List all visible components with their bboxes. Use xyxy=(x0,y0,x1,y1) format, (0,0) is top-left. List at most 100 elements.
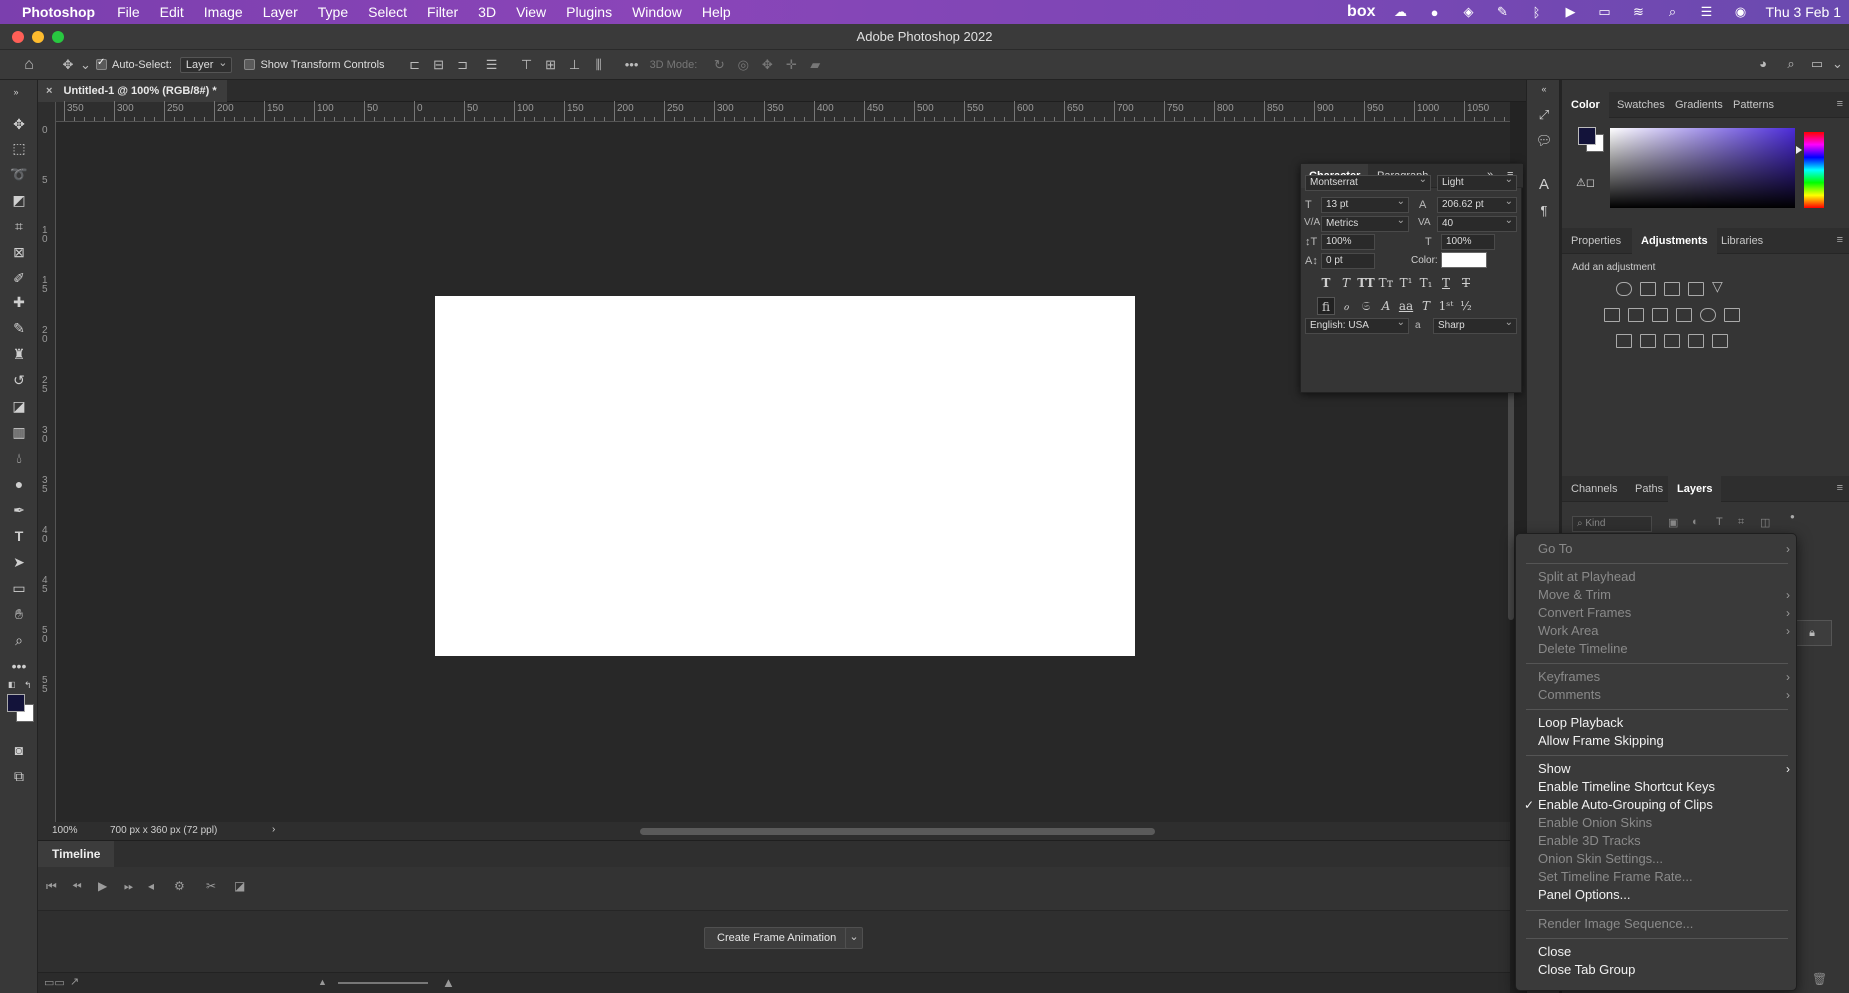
render-video-icon[interactable]: ↗ xyxy=(70,975,79,988)
path-selection-tool-icon[interactable]: ➤ xyxy=(9,552,29,572)
frame-tool-icon[interactable]: ⊠ xyxy=(9,242,29,262)
menu-item-delete-timeline[interactable]: Delete Timeline xyxy=(1538,640,1628,658)
filter-shape-icon[interactable]: ⌗ xyxy=(1738,516,1744,529)
gradient-map-icon[interactable] xyxy=(1712,334,1728,348)
zoom-window-button[interactable] xyxy=(52,31,64,43)
crop-tool-icon[interactable]: ⌗ xyxy=(9,216,29,236)
control-center-icon[interactable]: ☰ xyxy=(1698,4,1716,19)
filter-pixel-icon[interactable]: ▣ xyxy=(1668,516,1678,529)
menu-item-render-image-sequence[interactable]: Render Image Sequence... xyxy=(1538,915,1693,933)
adjustments-panel-menu-icon[interactable]: ≡ xyxy=(1837,234,1843,246)
orbit-3d-icon[interactable]: ↻ xyxy=(710,57,728,73)
tab-libraries[interactable]: Libraries xyxy=(1712,228,1772,254)
small-caps-icon[interactable]: Tт xyxy=(1377,274,1395,292)
color-picker-field[interactable] xyxy=(1610,128,1795,208)
more-options-icon[interactable]: ••• xyxy=(623,57,641,72)
menu-item-enable-timeline-shortcut-keys[interactable]: Enable Timeline Shortcut Keys xyxy=(1538,778,1715,796)
pen-status-icon[interactable]: ✎ xyxy=(1494,4,1512,19)
tab-color[interactable]: Color xyxy=(1562,92,1609,118)
document-canvas[interactable] xyxy=(435,296,1135,656)
filter-adjustment-icon[interactable]: ◐ xyxy=(1692,516,1699,528)
create-animation-dropdown-icon[interactable]: ⌄ xyxy=(845,927,863,949)
vibrance-icon[interactable]: ▽ xyxy=(1712,278,1723,295)
comments-panel-icon[interactable]: 💬︎ xyxy=(1535,132,1553,150)
home-icon[interactable]: ⌂ xyxy=(20,56,38,74)
zoom-in-timeline-icon[interactable]: ▲ xyxy=(442,975,455,990)
transition-icon[interactable]: ◪ xyxy=(234,879,245,893)
first-frame-icon[interactable]: ⏮ xyxy=(46,879,57,894)
vpn-icon[interactable]: ◈ xyxy=(1460,4,1478,19)
kerning-field[interactable]: Metrics xyxy=(1321,214,1409,232)
play-icon[interactable]: ▶ xyxy=(98,879,107,893)
distribute-h-icon[interactable]: ☰ xyxy=(483,57,501,73)
healing-brush-tool-icon[interactable]: ✚ xyxy=(9,292,29,312)
rectangle-tool-icon[interactable]: ▭ xyxy=(9,578,29,598)
menu-help[interactable]: Help xyxy=(702,4,731,20)
settings-gear-icon[interactable]: ⚙ xyxy=(174,879,185,893)
workspace-chevron-icon[interactable]: ⌄ xyxy=(1832,56,1843,72)
threshold-icon[interactable] xyxy=(1664,334,1680,348)
selective-color-icon[interactable] xyxy=(1688,334,1704,348)
color-lookup-icon[interactable] xyxy=(1724,308,1740,322)
box-status-icon[interactable]: box xyxy=(1347,3,1375,21)
spotlight-icon[interactable]: ⌕ xyxy=(1664,4,1682,19)
minimize-window-button[interactable] xyxy=(32,31,44,43)
horizontal-scrollbar[interactable] xyxy=(640,828,1155,835)
tracking-field[interactable]: 40 xyxy=(1437,214,1517,232)
lock-icon[interactable]: 🔒︎ xyxy=(1792,620,1832,646)
menu-item-close-tab-group[interactable]: Close Tab Group xyxy=(1538,961,1635,979)
timeline-tab[interactable]: Timeline xyxy=(38,841,115,867)
audio-icon[interactable]: ◂ xyxy=(148,879,154,893)
hue-saturation-icon[interactable] xyxy=(1604,308,1620,322)
play-status-icon[interactable]: ▶ xyxy=(1562,4,1580,19)
filter-type-icon[interactable]: T xyxy=(1716,516,1723,528)
menu-file[interactable]: File xyxy=(117,4,140,20)
tab-channels[interactable]: Channels xyxy=(1562,476,1626,502)
posterize-icon[interactable] xyxy=(1640,334,1656,348)
baseline-shift-field[interactable]: 0 pt xyxy=(1321,253,1375,269)
distribute-v-icon[interactable]: ⫼ xyxy=(590,57,608,73)
horizontal-scale-field[interactable]: 100% xyxy=(1441,234,1495,250)
close-window-button[interactable] xyxy=(12,31,24,43)
menu-item-split-at-playhead[interactable]: Split at Playhead xyxy=(1538,568,1636,586)
type-tool-icon[interactable]: T xyxy=(9,526,29,546)
show-transform-checkbox[interactable] xyxy=(244,59,256,70)
character-panel-icon[interactable]: A xyxy=(1535,176,1553,194)
menu-item-enable-3d-tracks[interactable]: Enable 3D Tracks xyxy=(1538,832,1641,850)
menu-item-work-area[interactable]: Work Area › xyxy=(1538,622,1790,640)
old-style-icon[interactable]: ℴ xyxy=(1337,297,1355,315)
history-brush-tool-icon[interactable]: ↺ xyxy=(9,370,29,390)
brush-tool-icon[interactable]: ✎ xyxy=(9,318,29,338)
swash-icon[interactable]: 𝔖 xyxy=(1357,297,1375,315)
marquee-tool-icon[interactable]: ⬚ xyxy=(9,138,29,158)
menu-filter[interactable]: Filter xyxy=(427,4,458,20)
drag-3d-icon[interactable]: ✥ xyxy=(758,57,776,73)
menu-item-convert-frames[interactable]: Convert Frames › xyxy=(1538,604,1790,622)
menu-plugins[interactable]: Plugins xyxy=(566,4,612,20)
default-colors-icon[interactable]: ◧ xyxy=(8,680,16,689)
tab-patterns[interactable]: Patterns xyxy=(1724,92,1783,118)
move-tool-icon[interactable]: ✥ xyxy=(9,114,29,134)
split-scissors-icon[interactable]: ✂ xyxy=(206,879,216,893)
menu-item-enable-auto-grouping[interactable]: ✓ Enable Auto-Grouping of Clips xyxy=(1524,796,1713,814)
slide-3d-icon[interactable]: ✛ xyxy=(782,57,800,73)
ligatures-icon[interactable]: fi xyxy=(1317,297,1335,315)
edit-toolbar-icon[interactable]: ••• xyxy=(9,656,29,676)
auto-select-checkbox[interactable] xyxy=(96,57,107,70)
blur-tool-icon[interactable]: 💧︎ xyxy=(9,448,29,468)
collapse-toolbar-icon[interactable]: » xyxy=(6,82,26,102)
auto-select-dropdown[interactable]: Layer xyxy=(179,56,233,73)
tab-adjustments[interactable]: Adjustments xyxy=(1632,228,1717,254)
filter-smart-object-icon[interactable]: ◫ xyxy=(1760,516,1770,529)
align-left-icon[interactable]: ⊏ xyxy=(406,57,424,73)
font-family-dropdown[interactable]: Montserrat xyxy=(1305,173,1431,191)
subscript-icon[interactable]: T₁ xyxy=(1417,274,1435,292)
underline-icon[interactable]: T xyxy=(1437,274,1455,292)
antialias-dropdown[interactable]: Sharp xyxy=(1433,316,1517,334)
layers-panel-menu-icon[interactable]: ≡ xyxy=(1837,482,1843,494)
eyedropper-tool-icon[interactable]: ✐ xyxy=(9,268,29,288)
battery-icon[interactable]: ▭ xyxy=(1596,4,1614,19)
font-size-field[interactable]: 13 pt xyxy=(1321,195,1409,213)
eraser-tool-icon[interactable]: ◪ xyxy=(9,396,29,416)
black-white-icon[interactable] xyxy=(1652,308,1668,322)
